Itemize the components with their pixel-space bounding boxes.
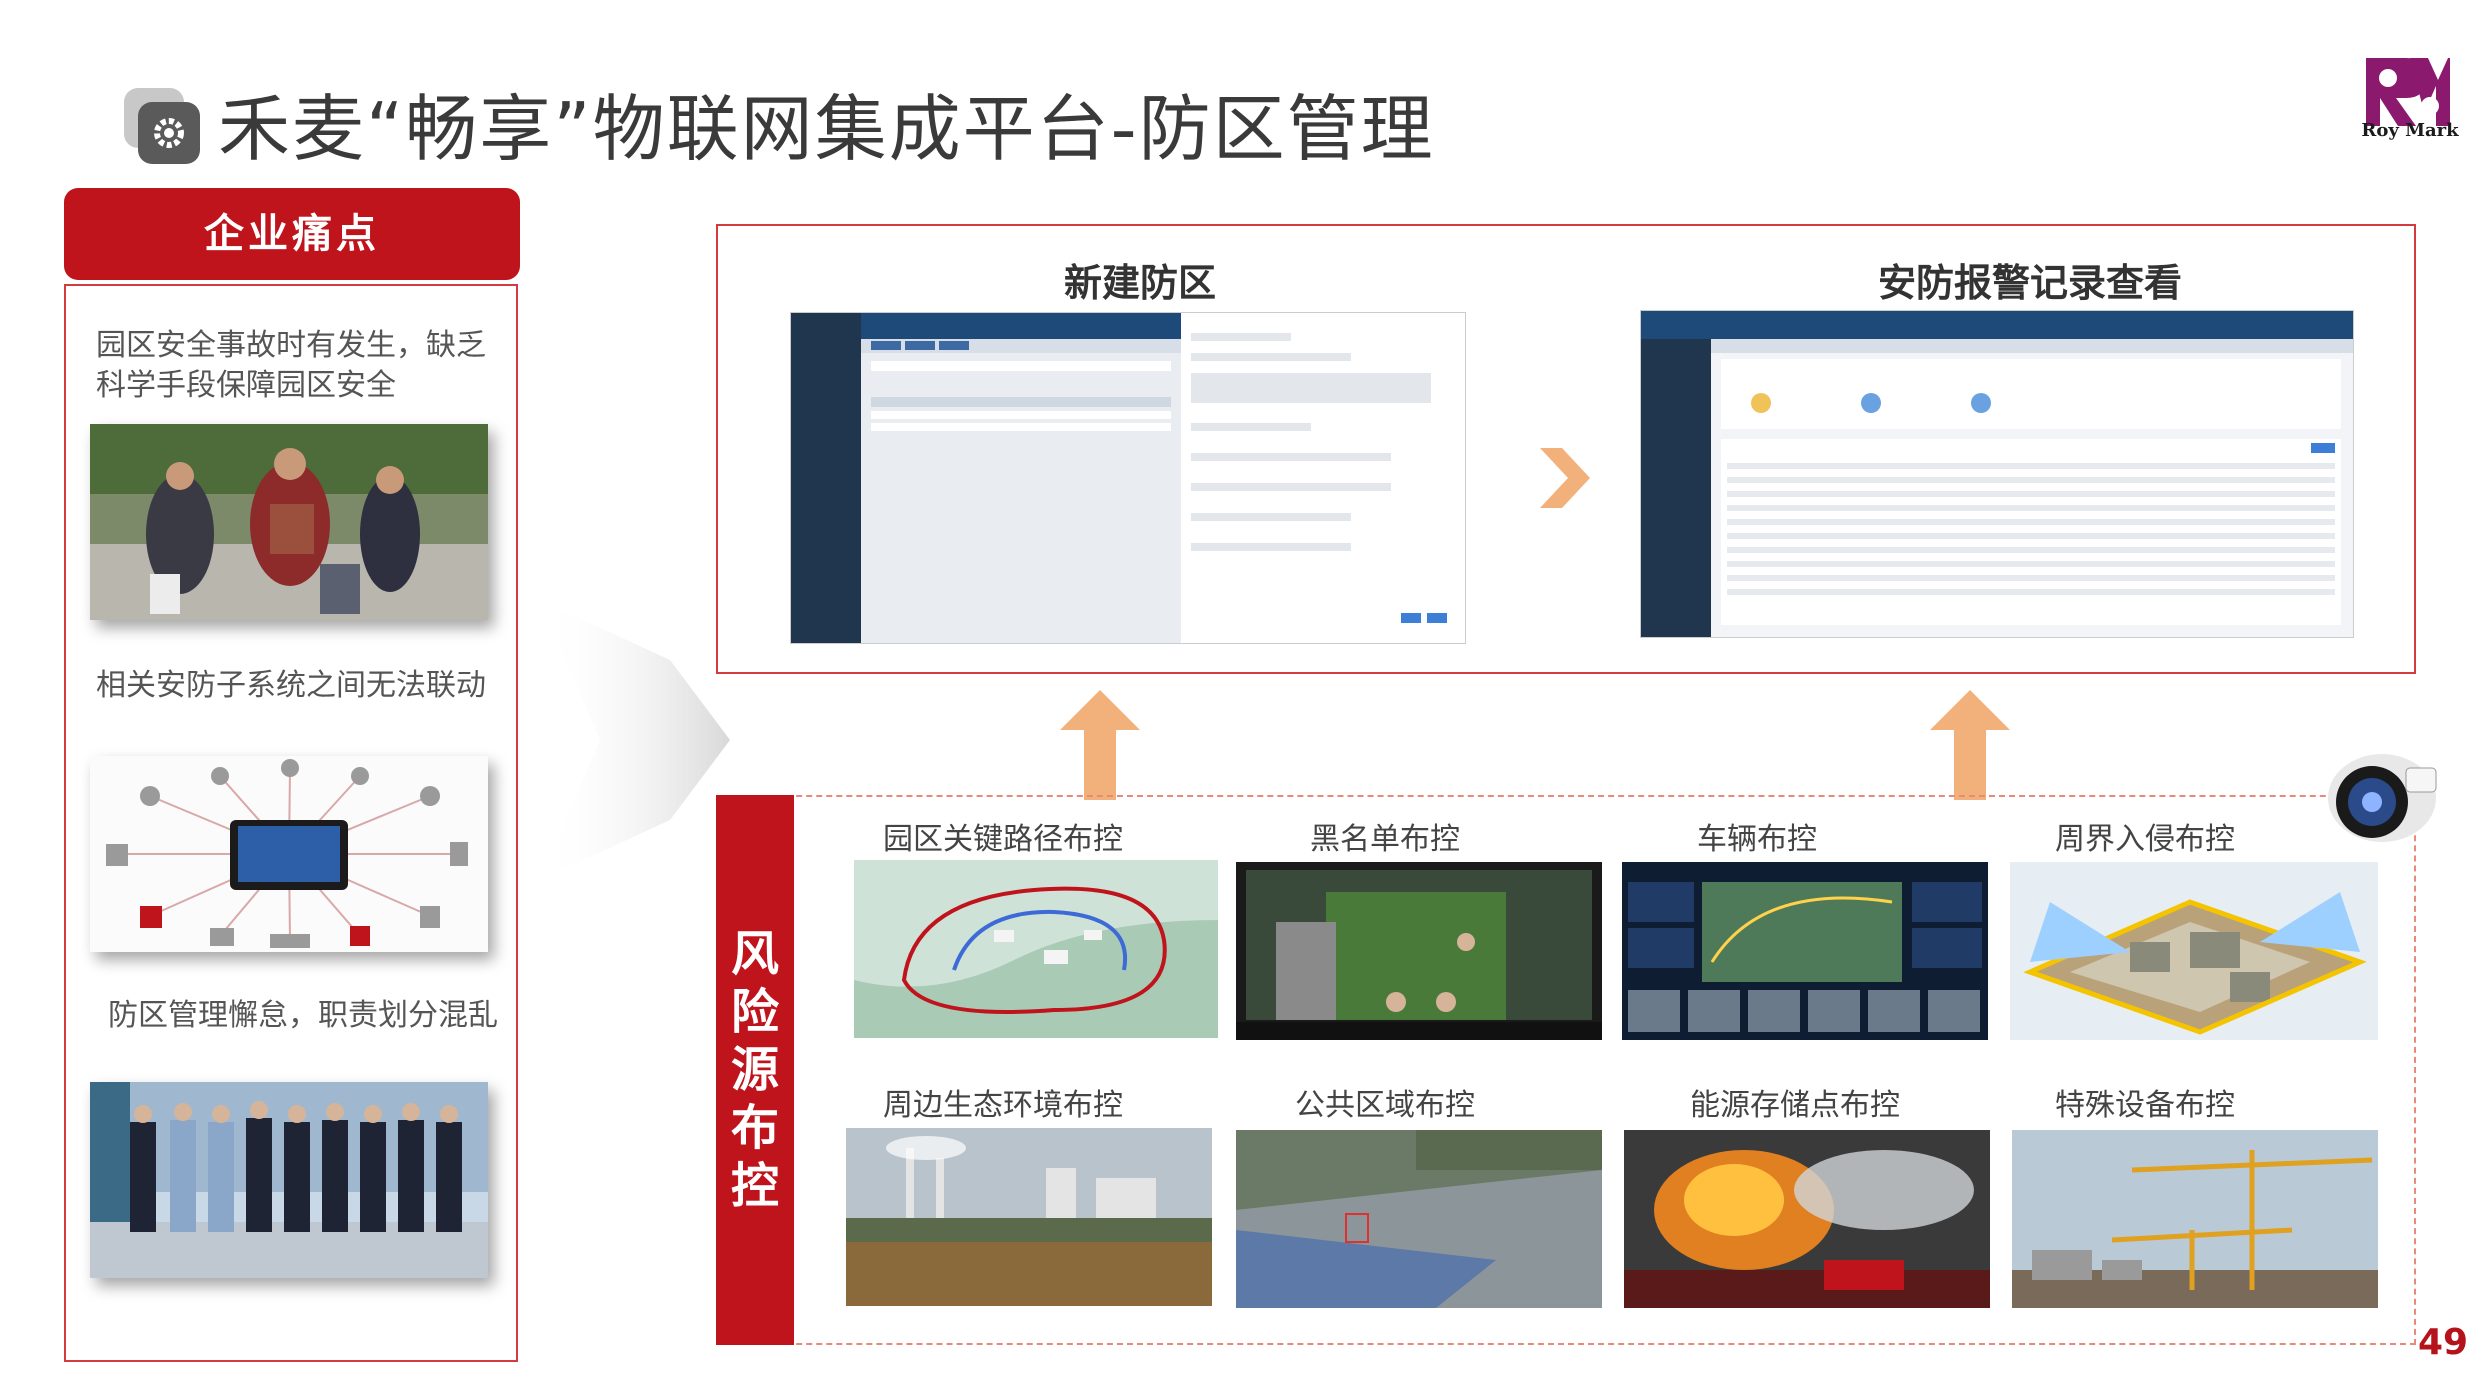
pain-point-3: 防区管理懈怠，职责划分混乱	[108, 996, 498, 1036]
security-team-photo	[90, 1082, 488, 1278]
pain-point-1: 园区安全事故时有发生，缺乏 科学手段保障园区安全	[96, 326, 486, 406]
tile-vehicle-dashboard	[1622, 862, 1988, 1040]
tile-label-vehicle: 车辆布控	[1697, 822, 1817, 857]
pain-point-1-line1: 园区安全事故时有发生，缺乏	[96, 328, 486, 363]
risk-label-char: 风	[730, 926, 779, 982]
page-title: 禾麦“畅享”物联网集成平台-防区管理	[218, 87, 1435, 171]
new-zone-screenshot	[790, 312, 1466, 644]
tile-key-path-map	[854, 860, 1218, 1038]
gear-icon	[124, 88, 200, 164]
risk-label-char: 源	[730, 1042, 779, 1098]
tile-power-plant-photo	[846, 1128, 1212, 1306]
risk-label-char: 险	[730, 984, 779, 1040]
chevron-right-icon	[1540, 448, 1590, 508]
tile-public-area-cctv	[1236, 1130, 1602, 1308]
pain-point-3-line1: 防区管理懈怠，职责划分混乱	[108, 998, 498, 1033]
subsystem-diagram-photo	[90, 756, 488, 952]
alarm-records-screenshot	[1640, 310, 2354, 638]
tile-label-perimeter: 周界入侵布控	[2055, 822, 2235, 857]
tile-label-eco-env: 周边生态环境布控	[883, 1088, 1123, 1123]
risk-label-char: 控	[730, 1158, 779, 1214]
conflict-photo	[90, 424, 488, 620]
pain-point-1-line2: 科学手段保障园区安全	[96, 368, 396, 403]
tile-blacklist-video	[1236, 862, 1602, 1040]
tile-label-special-equipment: 特殊设备布控	[2055, 1088, 2235, 1123]
tile-energy-fire-photo	[1624, 1130, 1990, 1308]
new-zone-title: 新建防区	[1063, 261, 1216, 305]
tile-label-public-area: 公共区域布控	[1295, 1088, 1475, 1123]
up-arrow-left-icon	[1060, 690, 1140, 800]
tile-label-energy-storage: 能源存储点布控	[1690, 1088, 1900, 1123]
alarm-records-title: 安防报警记录查看	[1877, 261, 2182, 305]
tile-crane-photo	[2012, 1130, 2378, 1308]
logo-text: Roy Mark	[2361, 120, 2459, 141]
risk-label-char: 布	[730, 1100, 779, 1156]
tile-perimeter-3d	[2010, 862, 2378, 1040]
flow-arrow-icon	[540, 600, 730, 880]
up-arrow-right-icon	[1930, 690, 2010, 800]
tile-label-blacklist: 黑名单布控	[1310, 822, 1460, 857]
risk-source-label: 风 险 源 布 控	[716, 795, 794, 1345]
camera-icon	[2328, 754, 2437, 842]
pain-point-2: 相关安防子系统之间无法联动	[96, 666, 486, 706]
page-number: 49	[2418, 1322, 2469, 1363]
pain-points-heading: 企业痛点	[64, 188, 520, 280]
tile-label-key-path: 园区关键路径布控	[883, 822, 1123, 857]
pain-point-2-line1: 相关安防子系统之间无法联动	[96, 668, 486, 703]
